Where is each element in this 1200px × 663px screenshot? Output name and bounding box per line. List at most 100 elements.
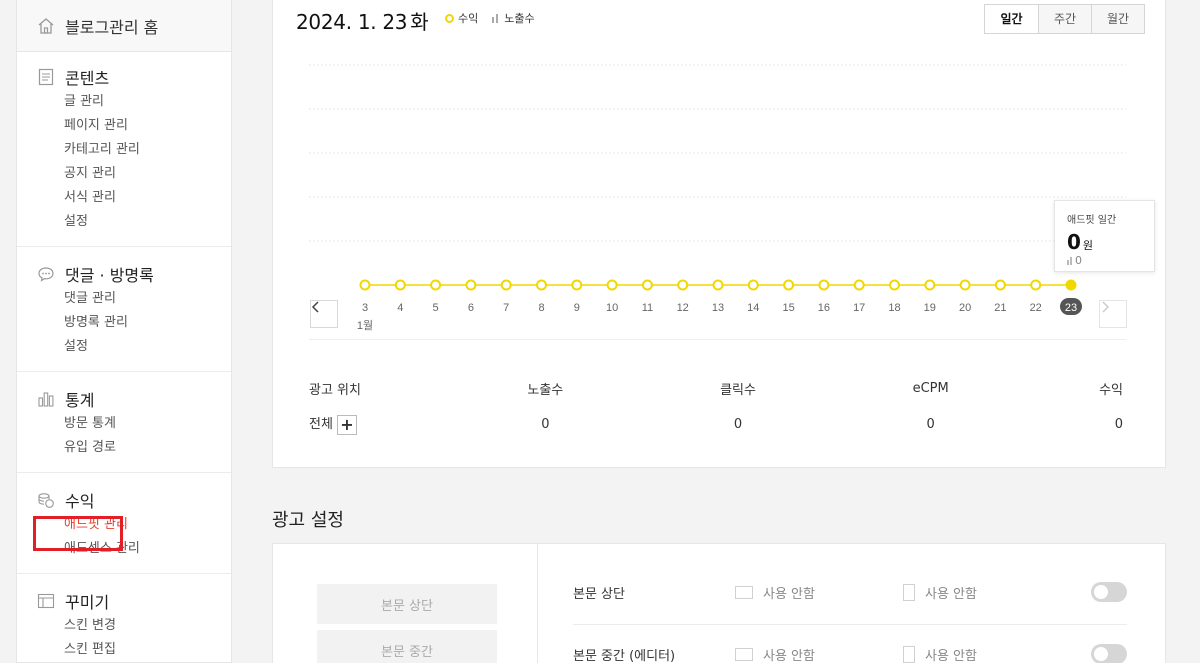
desktop-icon: [735, 585, 753, 599]
sidebar-item-adfit[interactable]: 애드핏 관리: [17, 513, 231, 537]
x-tick-label: 8: [538, 302, 544, 314]
row-label: 전체: [309, 417, 333, 433]
x-tick-label: 6: [468, 302, 474, 314]
data-point: [465, 279, 477, 291]
sidebar-title-label: 꾸미기: [65, 593, 110, 612]
date-text: 2024. 1. 23: [296, 10, 408, 34]
header-ecpm: eCPM: [912, 380, 949, 396]
sidebar-item-pages[interactable]: 페이지 관리: [17, 114, 231, 138]
weekday-text: 화: [410, 10, 429, 34]
ad-row-name: 본문 상단: [573, 586, 625, 602]
sidebar-item-templates[interactable]: 서식 관리: [17, 186, 231, 210]
x-tick-label: 4: [397, 302, 403, 314]
x-tick-label: 10: [606, 302, 618, 314]
layout-icon: [37, 592, 55, 610]
data-point: [924, 279, 936, 291]
ad-settings-title: 광고 설정: [272, 510, 344, 531]
expand-button[interactable]: +: [336, 414, 357, 435]
sidebar-item-edit-skin[interactable]: 스킨 편집: [17, 638, 231, 662]
sidebar-item-posts[interactable]: 글 관리: [17, 90, 231, 114]
sidebar-item-categories[interactable]: 카테고리 관리: [17, 138, 231, 162]
x-tick-label: 13: [712, 302, 724, 314]
sidebar-item-change-skin[interactable]: 스킨 변경: [17, 614, 231, 638]
ad-option-mobile[interactable]: 사용 안함: [903, 583, 1071, 602]
ad-option-pc[interactable]: 사용 안함: [735, 645, 903, 663]
legend-revenue-label: 수익: [458, 12, 479, 25]
header-impressions: 노출수: [527, 382, 564, 398]
sidebar-title-revenue[interactable]: 수익: [17, 487, 231, 513]
bar-chart-icon: [37, 390, 55, 408]
sidebar-title-design[interactable]: 꾸미기: [17, 588, 231, 614]
chevron-right-icon: [1102, 301, 1110, 313]
document-icon: [37, 68, 55, 86]
data-point: [394, 279, 406, 291]
sidebar-item-visit-stats[interactable]: 방문 통계: [17, 412, 231, 436]
row-label-cell: 전체 +: [309, 413, 449, 435]
sidebar-section-comments: 댓글 · 방명록 댓글 관리 방명록 관리 설정: [17, 247, 231, 372]
desktop-icon: [735, 647, 753, 661]
stats-table: 광고 위치 노출수 클릭수 eCPM 수익 전체 + 0 0 0 0: [309, 370, 1127, 442]
impressions-legend-icon: [492, 13, 500, 23]
ad-slot-middle[interactable]: 본문 중간: [317, 630, 497, 663]
data-point: [500, 279, 512, 291]
sidebar-item-notices[interactable]: 공지 관리: [17, 162, 231, 186]
ad-row-middle: 본문 중간 (에디터) 사용 안함 사용 안함: [573, 624, 1127, 663]
data-point: [606, 279, 618, 291]
chart-next-button[interactable]: [1099, 300, 1127, 328]
sidebar-section-stats: 통계 방문 통계 유입 경로: [17, 372, 231, 473]
data-point: [994, 279, 1006, 291]
sidebar-item-comment-settings[interactable]: 설정: [17, 335, 231, 359]
sidebar-title-stats[interactable]: 통계: [17, 386, 231, 412]
sidebar-item-referrers[interactable]: 유입 경로: [17, 436, 231, 460]
ad-option-pc[interactable]: 사용 안함: [735, 583, 903, 602]
legend-impressions-label: 노출수: [504, 12, 535, 25]
sidebar-title-comments[interactable]: 댓글 · 방명록: [17, 261, 231, 287]
header-ad-position: 광고 위치: [309, 382, 361, 398]
page-date: 2024. 1. 23 화: [296, 6, 429, 35]
data-point: [359, 279, 371, 291]
ad-option-label: 사용 안함: [925, 648, 977, 663]
tab-weekly[interactable]: 주간: [1038, 5, 1091, 33]
mobile-icon: [903, 645, 915, 663]
x-tick-label: 23: [1065, 302, 1077, 314]
revenue-chart: 3 4 5 6 7 8 9 10 11 12 13 14 15 16 17 18 19 20 21 22 23 1월: [309, 40, 1127, 340]
tab-monthly[interactable]: 월간: [1091, 5, 1144, 33]
cell-ecpm: 0: [926, 416, 935, 432]
tab-daily[interactable]: 일간: [985, 5, 1038, 33]
x-tick-label: 14: [747, 302, 759, 314]
speech-bubble-icon: [37, 265, 55, 283]
data-point: [818, 279, 830, 291]
sidebar-title-contents[interactable]: 콘텐츠: [17, 64, 231, 90]
cell-impressions: 0: [541, 416, 550, 432]
data-point: [571, 279, 583, 291]
ad-settings-card: 본문 상단 본문 중간 본문 상단 사용 안함 사용 안함 본문 중간 (에디터…: [272, 543, 1166, 663]
x-tick-label: 20: [959, 302, 971, 314]
data-point: [1030, 279, 1042, 291]
ad-slot-top[interactable]: 본문 상단: [317, 584, 497, 624]
chart-tooltip: 애드핏 일간 0원 0: [1054, 200, 1155, 272]
cell-clicks: 0: [733, 416, 743, 432]
x-tick-label: 18: [888, 302, 900, 314]
sidebar-section-revenue: 수익 애드핏 관리 애드센스 관리: [17, 473, 231, 574]
sidebar-home[interactable]: 블로그관리 홈: [17, 0, 231, 52]
ad-option-mobile[interactable]: 사용 안함: [903, 645, 1071, 663]
x-tick-label: 22: [1030, 302, 1042, 314]
header-revenue: 수익: [1099, 382, 1124, 398]
data-point: [430, 279, 442, 291]
stats-header-row: 광고 위치 노출수 클릭수 eCPM 수익: [309, 370, 1127, 406]
data-point: [641, 279, 653, 291]
ad-toggle-middle[interactable]: [1091, 644, 1127, 663]
table-row: 전체 + 0 0 0 0: [309, 406, 1127, 442]
period-tabs: 일간 주간 월간: [984, 4, 1145, 34]
data-point: [783, 279, 795, 291]
sidebar-item-content-settings[interactable]: 설정: [17, 210, 231, 234]
sidebar-item-comments[interactable]: 댓글 관리: [17, 287, 231, 311]
x-tick-label: 19: [924, 302, 936, 314]
chart-prev-button[interactable]: [310, 300, 338, 328]
ad-toggle-top[interactable]: [1091, 582, 1127, 602]
sidebar-item-adsense[interactable]: 애드센스 관리: [17, 537, 231, 561]
sidebar-item-guestbook[interactable]: 방명록 관리: [17, 311, 231, 335]
ad-row-top: 본문 상단 사용 안함 사용 안함: [573, 562, 1127, 622]
chart-legend: 수익 노출수: [445, 10, 535, 26]
data-point: [959, 279, 971, 291]
